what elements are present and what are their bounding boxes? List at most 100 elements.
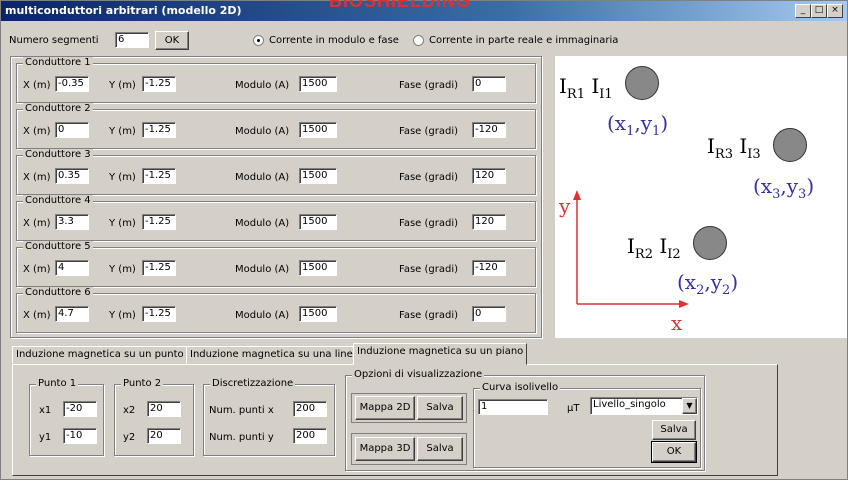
chevron-down-icon[interactable]: ▼ <box>682 398 697 414</box>
punto2-title: Punto 2 <box>121 378 164 389</box>
conductor-6-fase-input[interactable]: 0 <box>472 306 506 322</box>
conductor-6-x-label: X (m) <box>23 310 51 321</box>
conductor-4-x-input[interactable]: 3.3 <box>55 214 89 230</box>
conductor-6-title: Conduttore 6 <box>23 287 93 298</box>
tab-punto[interactable]: Induzione magnetica su un punto <box>12 346 188 364</box>
punto1-x-input[interactable]: -20 <box>63 401 97 417</box>
num-punti-y-label: Num. punti y <box>209 432 274 443</box>
conductor-6-x-input[interactable]: 4.7 <box>55 306 89 322</box>
main-window: multiconduttori arbitrari (modello 2D) _… <box>0 0 848 480</box>
conductor-4-y-input[interactable]: -1.25 <box>142 214 176 230</box>
axes-arrows <box>573 190 689 308</box>
conductor-5-modulo-input[interactable]: 1500 <box>299 260 337 276</box>
conductor-3-y-label: Y (m) <box>109 172 136 183</box>
radio-selected-dot <box>257 39 260 42</box>
tab-piano[interactable]: Induzione magnetica su un piano <box>353 343 528 365</box>
num-punti-x-label: Num. punti x <box>209 405 274 416</box>
conductor-1-title: Conduttore 1 <box>23 57 93 68</box>
livello-select-value: Livello_singolo <box>593 399 666 410</box>
conductor-6-modulo-input[interactable]: 1500 <box>299 306 337 322</box>
conductor-4-x-label: X (m) <box>23 218 51 229</box>
salva-3d-button[interactable]: Salva <box>417 437 463 461</box>
conductor-4-fase-input[interactable]: 120 <box>472 214 506 230</box>
punto2-x-label: x2 <box>123 405 136 416</box>
num-punti-x-input[interactable]: 200 <box>293 401 327 417</box>
conductor-1-fase-input[interactable]: 0 <box>472 76 506 92</box>
livello-select[interactable]: Livello_singolo ▼ <box>590 397 698 415</box>
punto1-group: Punto 1 <box>29 378 104 456</box>
tab-linea[interactable]: Induzione magnetica su una linea <box>186 346 363 364</box>
punto1-y-input[interactable]: -10 <box>63 428 97 444</box>
isolivello-unit: µT <box>567 403 580 414</box>
radio-reale-immaginaria[interactable] <box>413 35 424 46</box>
conductor-2-title: Conduttore 2 <box>23 103 93 114</box>
minimize-button[interactable]: _ <box>795 4 811 18</box>
conductor-3-y-input[interactable]: -1.25 <box>142 168 176 184</box>
conductor-4-modulo-label: Modulo (A) <box>235 218 290 229</box>
conductor-3-modulo-label: Modulo (A) <box>235 172 290 183</box>
radio-reale-immaginaria-label: Corrente in parte reale e immaginaria <box>429 35 619 46</box>
isolivello-ok-button[interactable]: OK <box>651 441 697 463</box>
conductor-4-y-label: Y (m) <box>109 218 136 229</box>
conductor-4-modulo-input[interactable]: 1500 <box>299 214 337 230</box>
isolivello-value-input[interactable]: 1 <box>478 399 548 415</box>
conductor-2-fase-label: Fase (gradi) <box>399 126 459 137</box>
mappa-2d-button[interactable]: Mappa 2D <box>355 396 415 420</box>
conductor-1-x-input[interactable]: -0.35 <box>55 76 89 92</box>
conductor-2-y-label: Y (m) <box>109 126 136 137</box>
conductor-3-fase-label: Fase (gradi) <box>399 172 459 183</box>
punto2-group: Punto 2 <box>114 378 194 456</box>
conductor-5-fase-input[interactable]: -120 <box>472 260 506 276</box>
conductor-6-fase-label: Fase (gradi) <box>399 310 459 321</box>
conductor-4-title: Conduttore 4 <box>23 195 93 206</box>
conductor-2-x-input[interactable]: 0 <box>55 122 89 138</box>
conductor-5-x-input[interactable]: 4 <box>55 260 89 276</box>
conductor-3-modulo-input[interactable]: 1500 <box>299 168 337 184</box>
salva-2d-button[interactable]: Salva <box>417 396 463 420</box>
conductor-1-y-label: Y (m) <box>109 80 136 91</box>
segments-ok-button[interactable]: OK <box>155 31 189 50</box>
conductor-2-y-input[interactable]: -1.25 <box>142 122 176 138</box>
conductor-diagram: IR1 II1 (x1,y1) IR3 II3 (x3,y3) IR2 II2 … <box>555 56 847 338</box>
axis-x-label: x <box>671 311 683 335</box>
conductor-6-y-label: Y (m) <box>109 310 136 321</box>
conductor-2-modulo-label: Modulo (A) <box>235 126 290 137</box>
conductor-3-x-label: X (m) <box>23 172 51 183</box>
conductor-1-x-label: X (m) <box>23 80 51 91</box>
conductor-3-fase-input[interactable]: 120 <box>472 168 506 184</box>
punto1-x-label: x1 <box>39 405 52 416</box>
conductor-5-fase-label: Fase (gradi) <box>399 264 459 275</box>
conductor-2-modulo-input[interactable]: 1500 <box>299 122 337 138</box>
conductor-5-modulo-label: Modulo (A) <box>235 264 290 275</box>
maximize-button[interactable]: □ <box>811 4 827 18</box>
conductor-2-x-label: X (m) <box>23 126 51 137</box>
conductor-5-y-input[interactable]: -1.25 <box>142 260 176 276</box>
conductor-1-modulo-input[interactable]: 1500 <box>299 76 337 92</box>
punto2-y-input[interactable]: 20 <box>147 428 181 444</box>
conductor-5-title: Conduttore 5 <box>23 241 93 252</box>
conductor-2-fase-input[interactable]: -120 <box>472 122 506 138</box>
conductor-6-modulo-label: Modulo (A) <box>235 310 290 321</box>
conductor-1-modulo-label: Modulo (A) <box>235 80 290 91</box>
num-punti-y-input[interactable]: 200 <box>293 428 327 444</box>
conductor-5-x-label: X (m) <box>23 264 51 275</box>
radio-modulo-fase[interactable] <box>253 35 264 46</box>
segments-input[interactable]: 6 <box>115 32 149 48</box>
radio-modulo-fase-label: Corrente in modulo e fase <box>269 35 399 46</box>
punto2-y-label: y2 <box>123 432 136 443</box>
conductor-1-y-input[interactable]: -1.25 <box>142 76 176 92</box>
app-banner: BIOSHIELDING <box>329 0 472 11</box>
isolivello-title: Curva isolivello <box>480 382 561 393</box>
discretizzazione-group: Discretizzazione <box>203 378 335 456</box>
punto1-title: Punto 1 <box>36 378 79 389</box>
punto2-x-input[interactable]: 20 <box>147 401 181 417</box>
segments-label: Numero segmenti <box>9 35 99 46</box>
close-button[interactable]: × <box>827 4 843 18</box>
conductor-4-fase-label: Fase (gradi) <box>399 218 459 229</box>
conductor-1-fase-label: Fase (gradi) <box>399 80 459 91</box>
conductor-6-y-input[interactable]: -1.25 <box>142 306 176 322</box>
conductor-3-x-input[interactable]: 0.35 <box>55 168 89 184</box>
isolivello-salva-button[interactable]: Salva <box>652 420 696 440</box>
mappa-3d-button[interactable]: Mappa 3D <box>355 437 415 461</box>
conductor-3-title: Conduttore 3 <box>23 149 93 160</box>
